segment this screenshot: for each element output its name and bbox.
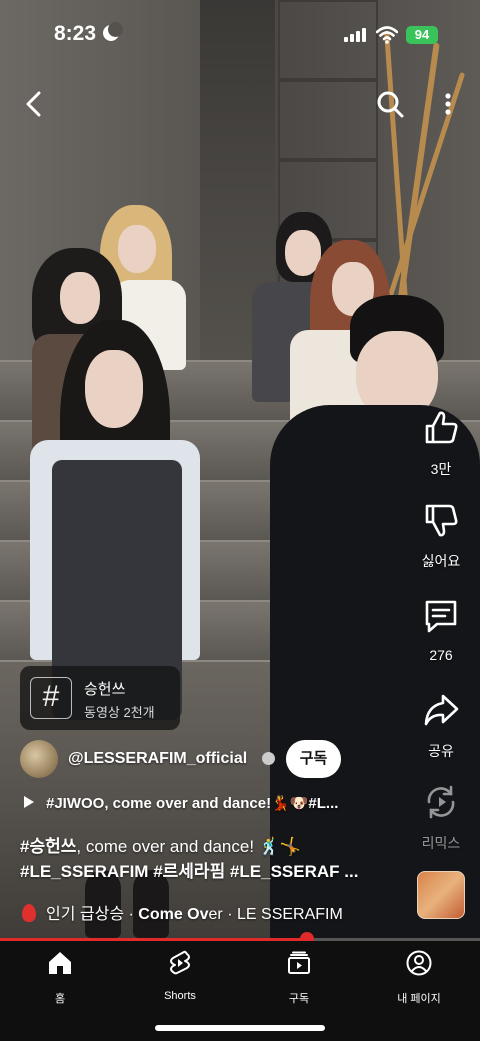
share-label: 공유 [428, 743, 454, 759]
artist-name: LE SSERAFIM [237, 906, 343, 923]
related-video-title: #JIWOO, come over and dance!💃🐶#L... [46, 795, 339, 812]
separator: · [227, 906, 233, 923]
chevron-left-icon [26, 91, 41, 117]
nav-item-subscriptions[interactable]: 구독 [254, 949, 344, 1006]
thumbs-up-icon [425, 411, 458, 444]
hashtag-title: 승헌쓰 [84, 681, 126, 698]
status-time: 8:23 [54, 22, 97, 45]
song-title: Come Ov [138, 906, 209, 923]
music-row[interactable]: 인기 급상승 · Come Over · LE SSERAFIM [22, 900, 343, 924]
home-icon [49, 952, 71, 974]
nav-item-shorts[interactable]: Shorts [135, 949, 225, 1002]
remix-icon [427, 785, 455, 819]
moon-icon [103, 22, 123, 41]
like-button[interactable]: 3만 [401, 408, 480, 479]
shorts-icon [170, 950, 190, 975]
video-wall-panel [278, 80, 378, 160]
bottom-nav: 홈 Shorts 구독 내 페이지 [0, 941, 480, 1041]
status-bar: 8:23 94 [0, 0, 480, 70]
description-hashtags[interactable]: #LE_SSERAFIM #르세라핌 #LE_SSERAF ... [20, 862, 358, 881]
related-video-link[interactable]: #JIWOO, come over and dance!💃🐶#L... [24, 794, 338, 812]
comments-button[interactable]: 276 [401, 596, 480, 663]
trending-fire-icon [22, 904, 36, 922]
thumbs-down-icon [425, 504, 458, 537]
battery-indicator: 94 [406, 26, 438, 44]
search-icon [377, 91, 404, 118]
nav-item-profile[interactable]: 내 페이지 [374, 949, 464, 1006]
nav-label: 홈 [54, 993, 66, 1005]
dislike-label: 싫어요 [421, 553, 461, 569]
comment-count: 276 [429, 647, 453, 663]
more-vertical-icon [445, 93, 451, 115]
description-text: , come over and dance! 🕺🤸 [76, 837, 302, 856]
trending-label: 인기 급상승 [46, 906, 125, 923]
cellular-signal-icon [344, 28, 366, 42]
nav-label: Shorts [164, 990, 196, 1002]
verified-badge-icon [262, 752, 275, 765]
share-icon [424, 694, 459, 726]
back-button[interactable] [16, 86, 52, 122]
remix-button[interactable]: 리믹스 [401, 782, 480, 853]
nav-label: 구독 [288, 993, 310, 1005]
hashtag-card[interactable]: # 승헌쓰 동영상 2천개 [20, 666, 180, 730]
like-count: 3만 [430, 461, 452, 477]
nav-label: 내 페이지 [397, 993, 441, 1005]
search-button[interactable] [372, 86, 408, 122]
dislike-button[interactable]: 싫어요 [401, 500, 480, 571]
subscribe-button[interactable]: 구독 [286, 740, 341, 778]
share-button[interactable]: 공유 [401, 690, 480, 761]
remix-label: 리믹스 [421, 835, 461, 851]
description-hashtag[interactable]: #승헌쓰 [20, 837, 76, 856]
channel-avatar[interactable] [20, 740, 58, 778]
hashtag-icon: # [30, 677, 72, 719]
play-icon [24, 796, 34, 808]
wifi-icon [376, 26, 398, 44]
sound-thumbnail[interactable] [417, 871, 465, 919]
hashtag-video-count: 동영상 2천개 [84, 705, 155, 720]
channel-row: @LESSERAFIM_official 구독 [20, 738, 350, 780]
subscriptions-icon [288, 951, 310, 974]
video-description[interactable]: #승헌쓰, come over and dance! 🕺🤸 #LE_SSERAF… [20, 834, 410, 884]
nav-item-home[interactable]: 홈 [15, 949, 105, 1006]
separator: · [128, 906, 134, 923]
more-options-button[interactable] [430, 86, 466, 122]
profile-icon [406, 950, 432, 976]
song-title-rest: er [208, 906, 223, 923]
comment-icon [425, 600, 457, 633]
channel-name[interactable]: @LESSERAFIM_official [68, 750, 247, 768]
home-indicator [155, 1025, 325, 1031]
